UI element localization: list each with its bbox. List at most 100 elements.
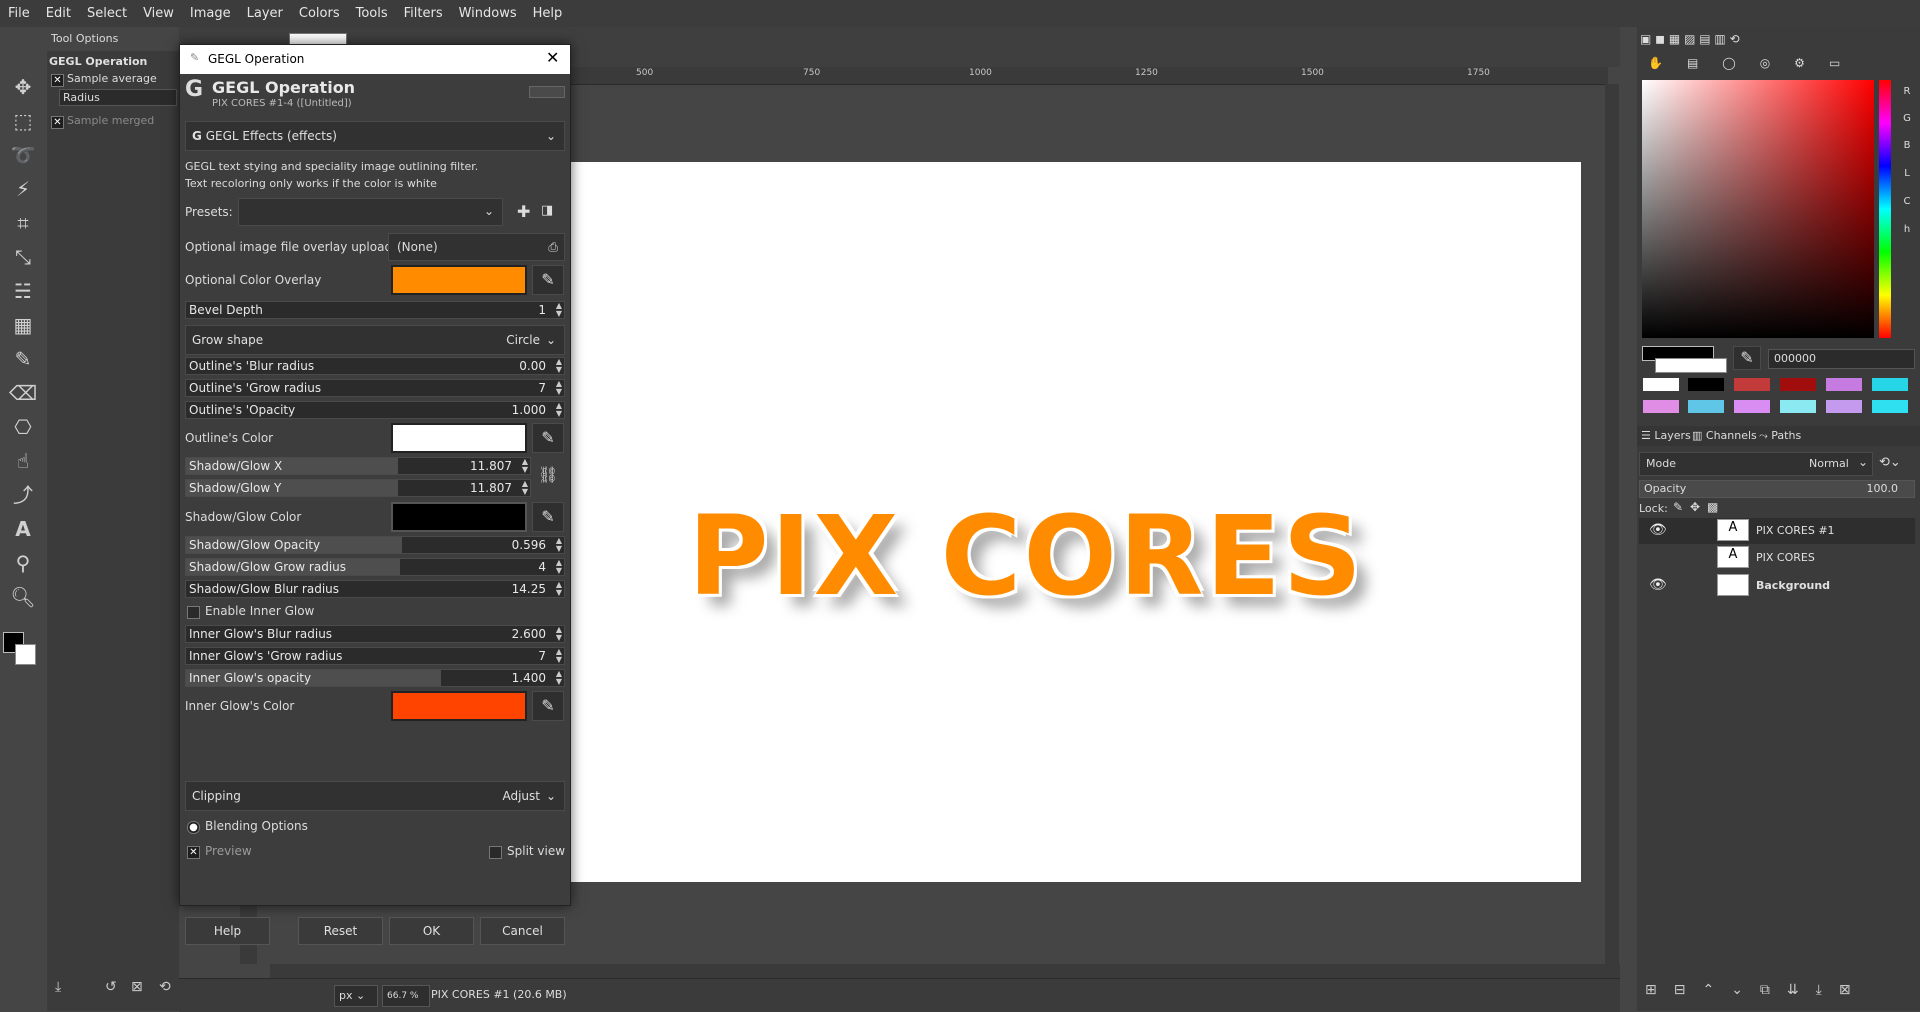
dock-tab-icons[interactable]: ▣ ◼ ▦ ▨ ▤ ▥ ⟲	[1640, 32, 1780, 50]
palette-swatch[interactable]	[1826, 400, 1862, 413]
palette-swatch[interactable]	[1780, 378, 1816, 391]
preview-checkbox[interactable]: ✕	[187, 846, 200, 859]
overlay-upload-button[interactable]: (None) ⎙	[388, 233, 565, 261]
eye-icon[interactable]: 👁︎	[1649, 522, 1667, 538]
inner-grow-spin[interactable]: Inner Glow's 'Grow radius 7 ▲ ▼	[185, 647, 565, 665]
outline-grow-spin[interactable]: Outline's 'Grow radius 7 ▲ ▼	[185, 379, 565, 397]
eyedropper-icon[interactable]: ✎	[532, 691, 564, 721]
shadow-y-spin[interactable]: Shadow/Glow Y 11.807 ▲ ▼	[185, 479, 531, 497]
lock-position-icon[interactable]: ✥	[1690, 500, 1700, 514]
sample-average-checkbox[interactable]: ✕	[51, 74, 64, 87]
eyedropper-icon[interactable]: ✎	[532, 502, 564, 532]
shadow-color-swatch[interactable]	[391, 502, 527, 532]
color-gradient-square[interactable]	[1642, 80, 1874, 338]
transform-tool-icon[interactable]: ⤡	[8, 242, 38, 272]
lasso-tool-icon[interactable]: ➰	[8, 140, 38, 170]
text-tool-icon[interactable]: A	[8, 514, 38, 544]
delete-options-icon[interactable]: ⊠	[131, 979, 143, 995]
clipping-select[interactable]: Clipping Adjust ⌄	[185, 781, 565, 811]
zoom-tool-icon[interactable]: 🔍︎	[8, 582, 38, 612]
tab-layers[interactable]: ☰ Layers	[1641, 429, 1691, 442]
radius-spin[interactable]: Radius	[59, 89, 177, 106]
background-color-swatch[interactable]	[15, 644, 36, 665]
outline-blur-spin[interactable]: Outline's 'Blur radius 0.00 ▲ ▼	[185, 357, 565, 375]
palette-swatch[interactable]	[1688, 400, 1724, 413]
lock-pixels-icon[interactable]: ✎	[1673, 500, 1683, 514]
reset-button[interactable]: Reset	[298, 917, 383, 945]
color-selector-tabs[interactable]: ✋▤◯◎⚙▭	[1648, 56, 1908, 72]
gradient-tool-icon[interactable]: ▦	[8, 310, 38, 340]
save-options-icon[interactable]: ⤓	[55, 979, 61, 995]
inner-blur-spin[interactable]: Inner Glow's Blur radius 2.600 ▲ ▼	[185, 625, 565, 643]
hex-input[interactable]: 000000	[1768, 349, 1915, 369]
palette-swatch[interactable]	[1643, 378, 1679, 391]
palette-swatch[interactable]	[1780, 400, 1816, 413]
palette-swatch[interactable]	[1643, 400, 1679, 413]
switch-mode-icon[interactable]: ⟲⌄	[1879, 455, 1901, 470]
color-mode-r[interactable]: R	[1900, 86, 1914, 97]
palette-swatch[interactable]	[1734, 400, 1770, 413]
fuzzy-select-tool-icon[interactable]: ⚡	[8, 174, 38, 204]
palette-swatch[interactable]	[1688, 378, 1724, 391]
close-icon[interactable]: ✕	[546, 48, 559, 67]
chain-link-icon[interactable]: ⛓	[538, 465, 558, 484]
color-mode-l[interactable]: L	[1900, 168, 1914, 179]
shadow-grow-spin[interactable]: Shadow/Glow Grow radius 4 ▲ ▼	[185, 558, 565, 576]
grow-shape-select[interactable]: Grow shape Circle ⌄	[185, 325, 565, 355]
menu-image[interactable]: Image	[182, 6, 239, 21]
horizontal-scrollbar[interactable]	[270, 964, 1620, 978]
shadow-blur-spin[interactable]: Shadow/Glow Blur radius 14.25 ▲ ▼	[185, 580, 565, 598]
eye-icon[interactable]: 👁︎	[1649, 577, 1667, 593]
palette-swatch[interactable]	[1734, 378, 1770, 391]
eyedropper-icon[interactable]: ✎	[1733, 346, 1761, 370]
add-preset-icon[interactable]: ✚	[517, 202, 530, 221]
lock-alpha-icon[interactable]: ▩	[1707, 500, 1718, 514]
blending-options-expander[interactable]: ●	[187, 821, 200, 834]
menu-file[interactable]: File	[0, 6, 38, 21]
palette-swatch[interactable]	[1872, 400, 1908, 413]
outline-opacity-spin[interactable]: Outline's 'Opacity 1.000 ▲ ▼	[185, 401, 565, 419]
help-button[interactable]: Help	[185, 917, 270, 945]
menu-edit[interactable]: Edit	[38, 6, 79, 21]
color-mode-c[interactable]: C	[1900, 196, 1914, 207]
opacity-spin[interactable]: Opacity 100.0	[1639, 480, 1915, 498]
zoom-select[interactable]: 66.7 %	[382, 985, 430, 1007]
crop-tool-icon[interactable]: ⌗	[8, 208, 38, 238]
move-tool-icon[interactable]: ✥	[8, 72, 38, 102]
palette-swatch[interactable]	[1826, 378, 1862, 391]
palette-swatch[interactable]	[1872, 378, 1908, 391]
ok-button[interactable]: OK	[389, 917, 474, 945]
menu-help[interactable]: Help	[525, 6, 571, 21]
vertical-scrollbar[interactable]	[1605, 84, 1619, 964]
color-mode-h[interactable]: h	[1900, 224, 1914, 235]
tab-paths[interactable]: ⤳ Paths	[1759, 429, 1801, 443]
menu-filters[interactable]: Filters	[396, 6, 451, 21]
preset-menu-icon[interactable]: ◨	[541, 203, 553, 218]
menu-windows[interactable]: Windows	[451, 6, 525, 21]
pin-icon[interactable]	[529, 86, 565, 98]
color-mode-g[interactable]: G	[1900, 113, 1914, 124]
hue-strip[interactable]	[1879, 80, 1891, 338]
image-canvas[interactable]: PIX CORES	[568, 162, 1581, 882]
menu-tools[interactable]: Tools	[348, 6, 396, 21]
tab-channels[interactable]: ▥ Channels	[1692, 429, 1757, 442]
clone-tool-icon[interactable]: ⎔	[8, 412, 38, 442]
shadow-x-spin[interactable]: Shadow/Glow X 11.807 ▲ ▼	[185, 457, 531, 475]
paths-tool-icon[interactable]: ⤴	[8, 480, 38, 510]
inner-color-swatch[interactable]	[391, 691, 527, 721]
bevel-depth-spin[interactable]: Bevel Depth 1 ▲ ▼	[185, 301, 565, 319]
tool-options-tab[interactable]: Tool Options	[47, 27, 179, 51]
eraser-tool-icon[interactable]: ⌫	[8, 378, 38, 408]
color-mode-b[interactable]: B	[1900, 140, 1914, 151]
layer-row[interactable]: A PIX CORES	[1639, 545, 1915, 571]
cancel-button[interactable]: Cancel	[480, 917, 565, 945]
shadow-opacity-spin[interactable]: Shadow/Glow Opacity 0.596 ▲ ▼	[185, 536, 565, 554]
color-overlay-swatch[interactable]	[391, 265, 527, 295]
restore-options-icon[interactable]: ↺	[105, 979, 117, 995]
eyedropper-icon[interactable]: ✎	[532, 265, 564, 295]
sample-merged-checkbox[interactable]: ✕	[51, 116, 64, 129]
unit-select[interactable]: px ⌄	[334, 985, 378, 1007]
effect-select[interactable]: G GEGL Effects (effects) ⌄	[185, 121, 565, 151]
layers-action-bar[interactable]: ⊞⊟⌃⌄⧉⇊⤓⊠	[1645, 982, 1915, 1002]
layer-mode-select[interactable]: Mode Normal ⌄	[1639, 452, 1873, 476]
